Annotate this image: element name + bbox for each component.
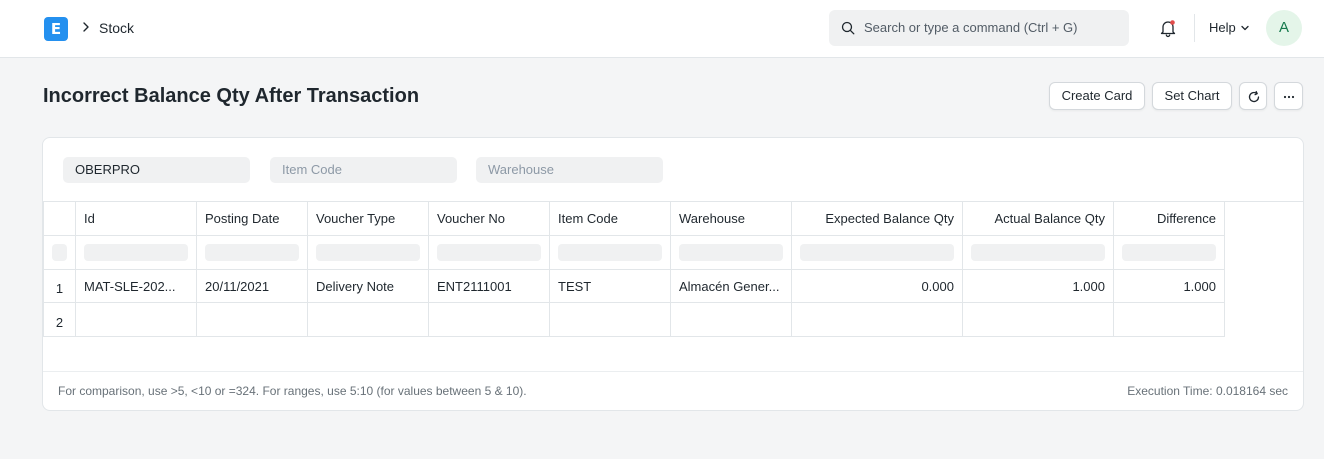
navbar-divider bbox=[1194, 14, 1195, 42]
filter-input[interactable] bbox=[84, 244, 188, 261]
filter-input bbox=[52, 244, 67, 261]
table-cell[interactable]: ENT2111001 bbox=[429, 270, 550, 303]
filter-cell bbox=[76, 236, 197, 270]
table-cell[interactable]: Delivery Note bbox=[308, 270, 429, 303]
column-header[interactable]: Voucher Type bbox=[308, 202, 429, 236]
footer-divider bbox=[43, 371, 1303, 372]
filter-input[interactable] bbox=[437, 244, 541, 261]
filter-input[interactable] bbox=[800, 244, 954, 261]
table-cell[interactable] bbox=[671, 303, 792, 337]
filter-cell bbox=[963, 236, 1114, 270]
column-header[interactable]: Expected Balance Qty bbox=[792, 202, 963, 236]
table-cell[interactable] bbox=[550, 303, 671, 337]
help-dropdown[interactable]: Help bbox=[1209, 20, 1236, 36]
table-filter-row bbox=[43, 236, 1225, 270]
filter-cell bbox=[308, 236, 429, 270]
warehouse-filter[interactable]: Warehouse bbox=[476, 157, 663, 183]
search-placeholder: Search or type a command (Ctrl + G) bbox=[864, 20, 1078, 35]
table-cell[interactable] bbox=[429, 303, 550, 337]
filter-input[interactable] bbox=[558, 244, 662, 261]
refresh-icon bbox=[1248, 90, 1260, 103]
table-cell[interactable]: 1.000 bbox=[963, 270, 1114, 303]
table-cell[interactable]: TEST bbox=[550, 270, 671, 303]
column-header[interactable]: Warehouse bbox=[671, 202, 792, 236]
table-cell[interactable]: 20/11/2021 bbox=[197, 270, 308, 303]
breadcrumb-stock[interactable]: Stock bbox=[99, 19, 134, 37]
app-logo[interactable]: E bbox=[44, 17, 68, 41]
table-cell[interactable] bbox=[792, 303, 963, 337]
table-row: 2 bbox=[43, 303, 1225, 337]
company-filter[interactable]: OBERPRO bbox=[63, 157, 250, 183]
column-header[interactable]: Difference bbox=[1114, 202, 1225, 236]
table-cell[interactable]: 1.000 bbox=[1114, 270, 1225, 303]
page-title: Incorrect Balance Qty After Transaction bbox=[43, 85, 420, 107]
column-header[interactable]: Item Code bbox=[550, 202, 671, 236]
row-number-header bbox=[43, 202, 76, 236]
filter-input[interactable] bbox=[205, 244, 299, 261]
table-header-row: Id Posting Date Voucher Type Voucher No … bbox=[43, 202, 1225, 236]
filter-cell bbox=[792, 236, 963, 270]
report-card: OBERPRO Item Code Warehouse Id Posting D… bbox=[42, 137, 1304, 411]
ellipsis-icon bbox=[1283, 95, 1295, 99]
row-number: 2 bbox=[43, 303, 76, 337]
table-cell[interactable]: Almacén Gener... bbox=[671, 270, 792, 303]
filter-input[interactable] bbox=[971, 244, 1105, 261]
column-header[interactable]: Posting Date bbox=[197, 202, 308, 236]
table-cell[interactable]: 0.000 bbox=[792, 270, 963, 303]
navbar: E Stock Search or type a command (Ctrl +… bbox=[0, 0, 1324, 58]
column-header[interactable]: Actual Balance Qty bbox=[963, 202, 1114, 236]
filter-cell bbox=[197, 236, 308, 270]
set-chart-button[interactable]: Set Chart bbox=[1152, 82, 1232, 110]
table-row: 1 MAT-SLE-202... 20/11/2021 Delivery Not… bbox=[43, 270, 1225, 303]
column-header[interactable]: Id bbox=[76, 202, 197, 236]
table-cell[interactable] bbox=[308, 303, 429, 337]
filter-cell bbox=[43, 236, 76, 270]
more-options-button[interactable] bbox=[1274, 82, 1303, 110]
filter-input[interactable] bbox=[1122, 244, 1216, 261]
filter-cell bbox=[1114, 236, 1225, 270]
item-code-filter[interactable]: Item Code bbox=[270, 157, 457, 183]
search-input[interactable]: Search or type a command (Ctrl + G) bbox=[829, 10, 1129, 46]
filter-cell bbox=[429, 236, 550, 270]
table-cell[interactable] bbox=[963, 303, 1114, 337]
filter-hint: For comparison, use >5, <10 or =324. For… bbox=[58, 384, 527, 398]
chevron-down-icon[interactable] bbox=[1240, 23, 1250, 33]
notification-bell-icon[interactable] bbox=[1158, 18, 1178, 38]
execution-time: Execution Time: 0.018164 sec bbox=[1127, 384, 1288, 398]
column-header[interactable]: Voucher No bbox=[429, 202, 550, 236]
avatar[interactable]: A bbox=[1266, 10, 1302, 46]
table-cell[interactable]: MAT-SLE-202... bbox=[76, 270, 197, 303]
search-icon bbox=[841, 21, 855, 35]
table-cell[interactable] bbox=[197, 303, 308, 337]
table-cell[interactable] bbox=[1114, 303, 1225, 337]
filter-cell bbox=[550, 236, 671, 270]
filter-input[interactable] bbox=[679, 244, 783, 261]
filter-input[interactable] bbox=[316, 244, 420, 261]
chevron-right-icon bbox=[83, 22, 89, 32]
row-number: 1 bbox=[43, 270, 76, 303]
report-table: Id Posting Date Voucher Type Voucher No … bbox=[43, 201, 1303, 337]
filter-cell bbox=[671, 236, 792, 270]
create-card-button[interactable]: Create Card bbox=[1049, 82, 1145, 110]
refresh-button[interactable] bbox=[1239, 82, 1267, 110]
table-cell[interactable] bbox=[76, 303, 197, 337]
